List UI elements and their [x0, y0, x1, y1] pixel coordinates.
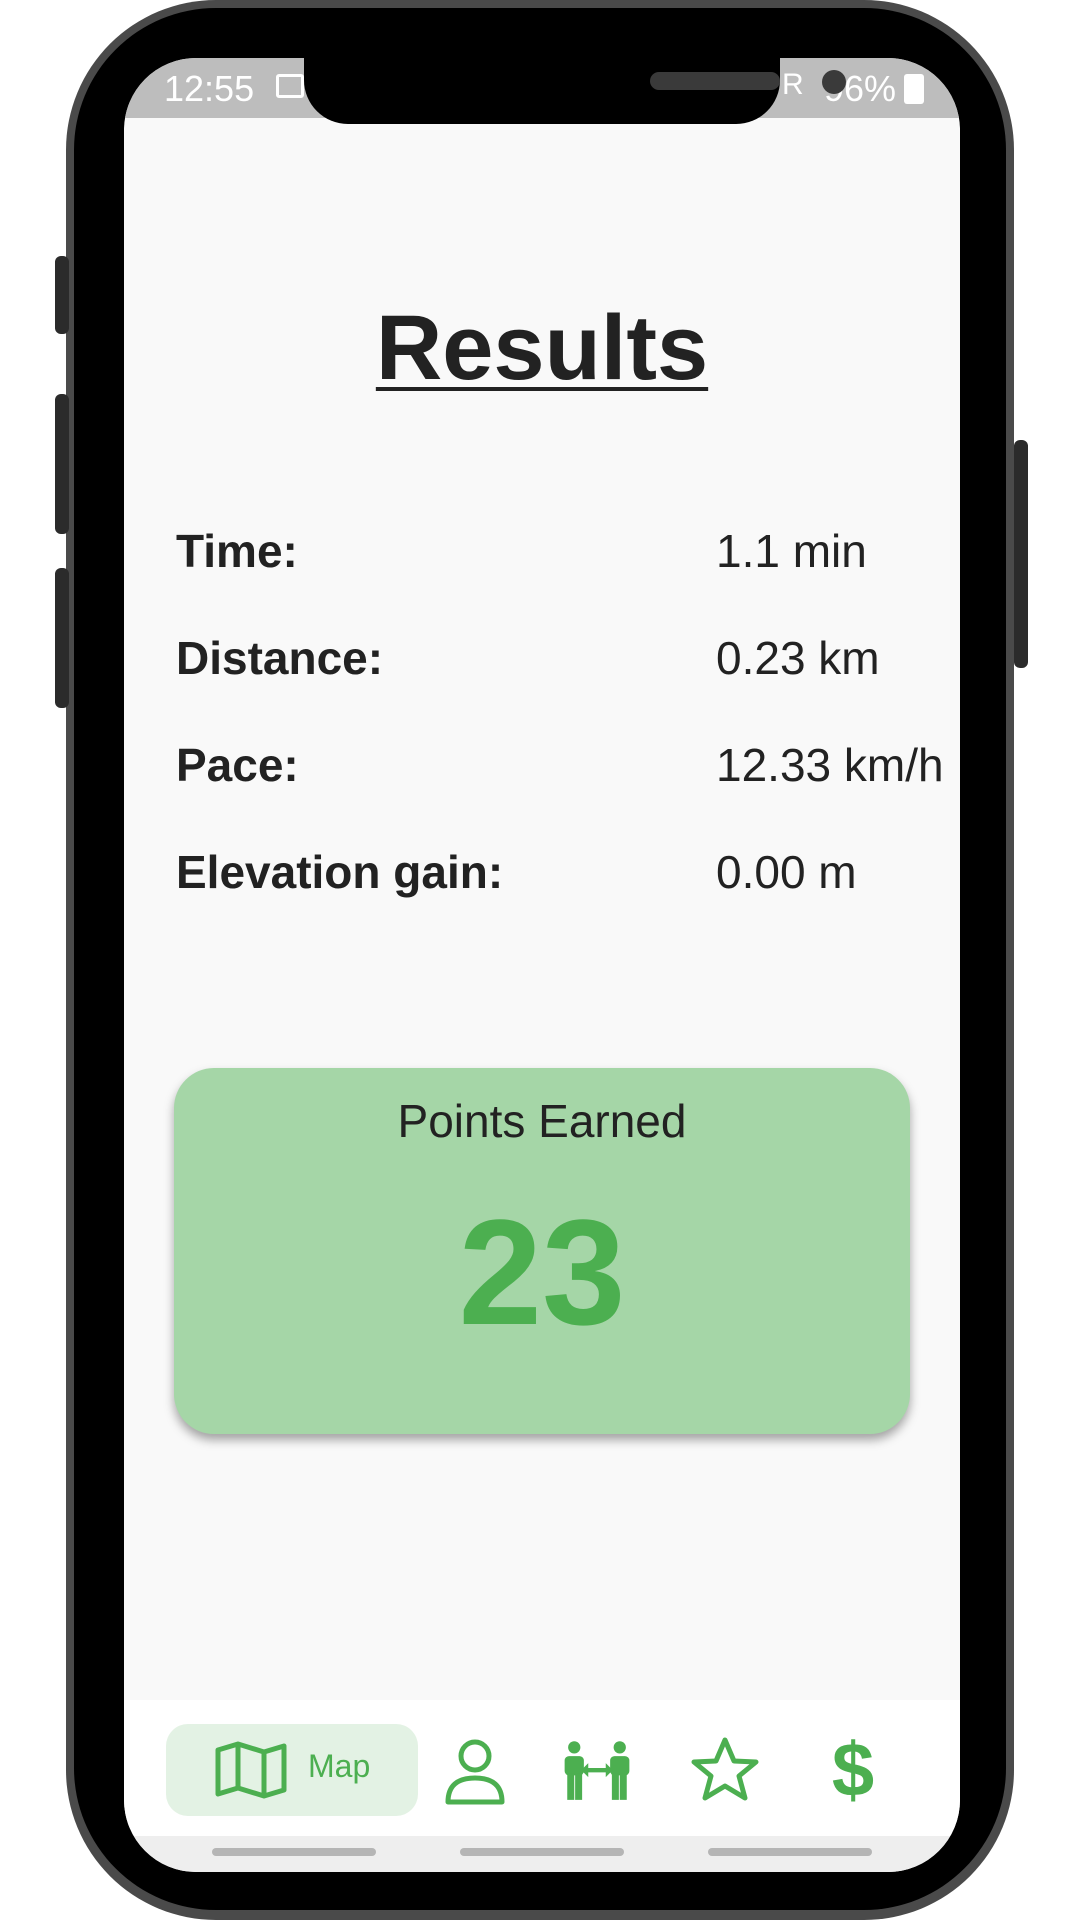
volume-down-button: [55, 568, 69, 708]
notch: [304, 58, 846, 124]
side-button: [55, 256, 69, 334]
stat-value-elevation: 0.00 m: [716, 846, 857, 898]
points-card: Points Earned 23: [174, 1068, 910, 1434]
nav-item-map[interactable]: [166, 1724, 418, 1816]
front-camera: [822, 70, 846, 94]
signal-icon: R: [782, 68, 804, 101]
battery-icon: [904, 74, 924, 104]
stat-label-time: Time:: [176, 525, 298, 577]
stat-label-distance: Distance:: [176, 632, 384, 684]
page-title: Results: [375, 297, 709, 399]
image-notification-icon: [276, 74, 304, 98]
gesture-handle: [708, 1848, 872, 1856]
gesture-bar: [124, 1836, 960, 1872]
gesture-handle: [212, 1848, 376, 1856]
points-label: Points Earned: [397, 1095, 687, 1147]
stat-value-time: 1.1 min: [716, 525, 867, 577]
friends-transfer-icon[interactable]: [562, 1736, 632, 1806]
star-icon[interactable]: [690, 1736, 760, 1806]
gesture-handle: [460, 1848, 624, 1856]
nav-item-map-label[interactable]: Map: [308, 1748, 370, 1785]
stat-value-pace: 12.33 km/h: [716, 739, 944, 791]
stat-value-distance: 0.23 km: [716, 632, 880, 684]
speaker-grill: [650, 72, 780, 90]
bottom-navigation: Map $: [124, 1700, 960, 1836]
status-time: 12:55: [164, 68, 255, 109]
screen: 12:55 R 96% Results Time: 1.1 min Distan…: [124, 58, 960, 1872]
dollar-icon[interactable]: $: [818, 1733, 888, 1809]
stat-label-pace: Pace:: [176, 739, 299, 791]
person-icon[interactable]: [440, 1736, 510, 1806]
stat-label-elevation: Elevation gain:: [176, 846, 504, 898]
volume-up-button: [55, 394, 69, 534]
power-button: [1014, 440, 1028, 668]
map-icon[interactable]: [214, 1740, 288, 1800]
points-value: 23: [458, 1188, 626, 1356]
